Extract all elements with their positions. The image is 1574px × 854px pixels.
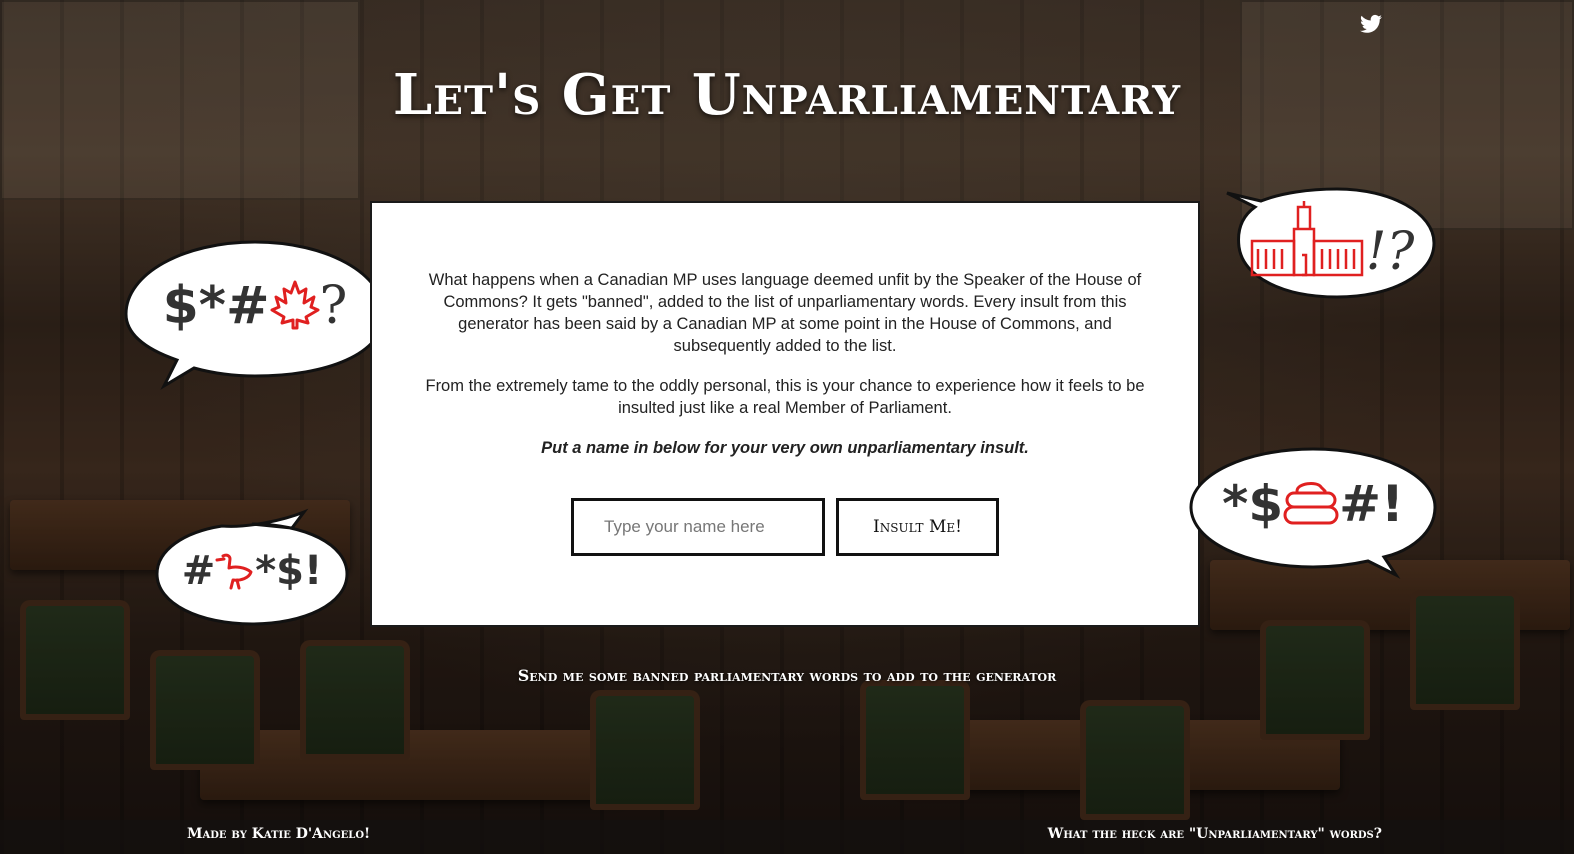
author-link[interactable]: Made by Katie D'Angelo! xyxy=(187,826,370,842)
insult-form: Insult Me! xyxy=(372,498,1198,556)
intro-paragraph-2: From the extremely tame to the oddly per… xyxy=(425,377,1145,417)
chair xyxy=(590,690,700,810)
desk xyxy=(200,730,620,800)
intro-card: What happens when a Canadian MP uses lan… xyxy=(370,201,1200,627)
twitter-icon-graphic xyxy=(1360,14,1382,33)
chair xyxy=(300,640,410,760)
bubble-symbols: !? xyxy=(1225,199,1437,282)
desk xyxy=(900,720,1340,790)
chair xyxy=(1080,700,1190,820)
bubble-symbols: $*# ? xyxy=(122,276,388,336)
footer: Made by Katie D'Angelo! What the heck ar… xyxy=(0,820,1574,854)
curling-stone-icon xyxy=(1283,477,1339,527)
intro-prompt: Put a name in below for your very own un… xyxy=(541,439,1029,457)
name-input[interactable] xyxy=(571,498,825,556)
bubble-suffix: *$! xyxy=(255,548,323,594)
parliament-icon xyxy=(1248,199,1366,279)
insult-me-button[interactable]: Insult Me! xyxy=(836,498,999,556)
chair xyxy=(1410,590,1520,710)
speech-bubble-maple: $*# ? xyxy=(122,238,388,390)
bubble-prefix: # xyxy=(181,548,216,594)
send-words-link[interactable]: Send me some banned parliamentary words … xyxy=(0,666,1574,685)
bubble-symbols: *$ #! xyxy=(1188,475,1438,533)
speech-bubble-parliament: !? xyxy=(1225,185,1437,301)
bubble-prefix: $*# xyxy=(162,276,270,336)
bubble-symbols: # *$! xyxy=(154,548,350,594)
maple-leaf-icon xyxy=(270,279,320,330)
bubble-suffix: #! xyxy=(1339,475,1404,533)
speech-bubble-curling: *$ #! xyxy=(1188,445,1438,579)
about-words-link[interactable]: What the heck are "Unparliamentary" word… xyxy=(1048,826,1382,842)
twitter-icon[interactable] xyxy=(1360,14,1382,34)
bubble-prefix: *$ xyxy=(1222,475,1284,533)
goose-icon xyxy=(215,550,255,590)
bubble-suffix: ? xyxy=(319,276,348,336)
speech-bubble-goose: # *$! xyxy=(154,508,350,628)
chair xyxy=(860,680,970,800)
chair xyxy=(20,600,130,720)
page-title: Let's Get Unparliamentary xyxy=(392,62,1182,128)
bubble-suffix: !? xyxy=(1365,222,1415,282)
intro-paragraph-1: What happens when a Canadian MP uses lan… xyxy=(428,271,1142,355)
